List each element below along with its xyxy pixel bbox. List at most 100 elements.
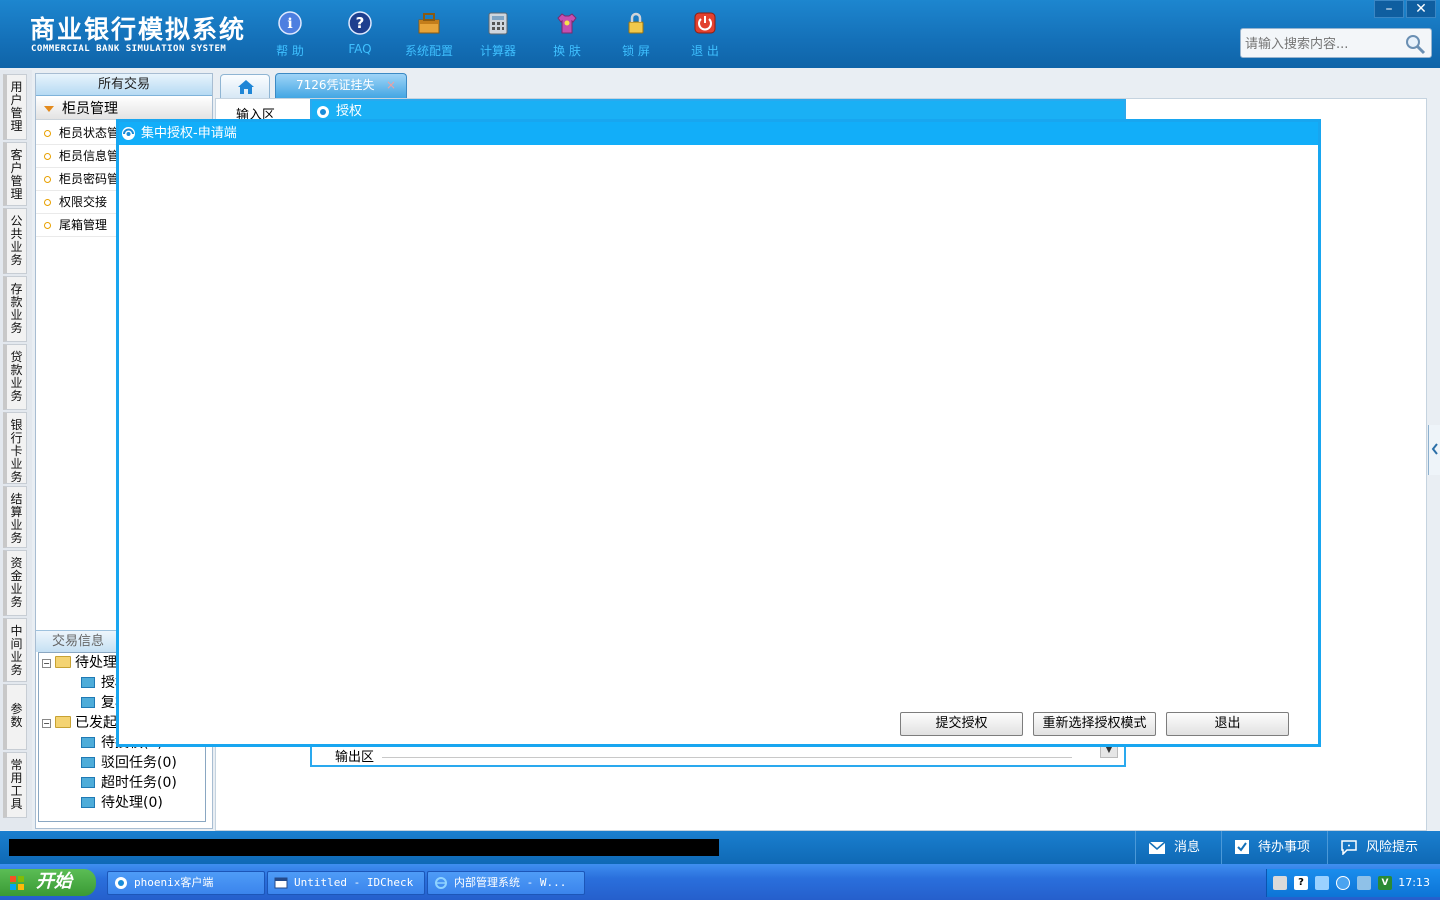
calculator-icon	[488, 12, 508, 35]
output-area-label: 输出区	[334, 746, 376, 765]
network-icon[interactable]	[1357, 876, 1371, 890]
messages-button[interactable]: 消息	[1135, 831, 1235, 864]
windows-logo-icon	[10, 876, 24, 890]
system-config-button[interactable]: 系统配置	[397, 8, 461, 62]
vnav-customer-management[interactable]: 客户管理	[3, 142, 27, 206]
lock-icon	[628, 12, 644, 34]
app-icon	[317, 106, 329, 118]
bullet-icon	[44, 130, 51, 137]
search-input[interactable]	[1245, 34, 1405, 54]
change-skin-button[interactable]: 换 肤	[535, 8, 599, 62]
folder-icon	[81, 777, 95, 788]
risk-alert-button[interactable]: 风险提示	[1327, 831, 1440, 864]
folder-icon	[81, 697, 95, 708]
faq-icon: ?	[348, 11, 372, 35]
taskbar-item-phoenix[interactable]: phoenix客户端	[107, 871, 265, 895]
tab-close-icon[interactable]: ×	[386, 74, 396, 96]
tree-node-to-process[interactable]: 待处理(0)	[81, 793, 163, 813]
tab-voucher-loss[interactable]: 7126凭证挂失 ×	[275, 73, 407, 98]
bullet-icon	[44, 222, 51, 229]
mail-icon	[1148, 841, 1166, 854]
vnav-loan-business[interactable]: 贷款业务	[3, 344, 27, 410]
group-label: 柜员管理	[62, 101, 118, 117]
checkbox-icon	[1235, 840, 1249, 854]
expand-arrow-icon	[44, 106, 54, 112]
window-minimize-button[interactable]: –	[1374, 0, 1404, 18]
tab-home[interactable]	[220, 74, 270, 98]
help-tray-icon[interactable]: ?	[1294, 876, 1308, 890]
folder-icon	[81, 737, 95, 748]
faq-label: FAQ	[348, 42, 372, 56]
power-icon	[694, 12, 716, 34]
vnav-settlement-business[interactable]: 结算业务	[3, 486, 27, 548]
vnav-parameters[interactable]: 参数	[3, 684, 27, 750]
lock-screen-button[interactable]: 锁 屏	[604, 8, 668, 62]
vnav-intermediary-business[interactable]: 中间业务	[3, 618, 27, 682]
vnav-bank-card-business[interactable]: 银行卡业务	[3, 412, 27, 484]
vnav-common-tools[interactable]: 常用工具	[3, 752, 27, 818]
teller-management-group[interactable]: 柜员管理	[36, 98, 212, 120]
central-auth-dialog-title: 集中授权-申请端	[119, 122, 1318, 145]
vnav-deposit-business[interactable]: 存款业务	[3, 276, 27, 342]
tree-node-sent[interactable]: − 已发起	[42, 713, 117, 733]
speaker-icon[interactable]	[1315, 876, 1329, 890]
calculator-label: 计算器	[479, 44, 516, 58]
output-divider	[382, 757, 1072, 758]
taskbar-item-internal-mgmt[interactable]: 内部管理系统 - W...	[427, 871, 585, 895]
chevron-left-icon	[1431, 443, 1438, 455]
app-header: 商业银行模拟系统 COMMERCIAL BANK SIMULATION SYST…	[0, 0, 1440, 68]
vnav-user-management[interactable]: 用户管理	[3, 74, 27, 140]
bullet-icon	[44, 199, 51, 206]
calculator-button[interactable]: 计算器	[466, 8, 530, 62]
collapse-icon[interactable]: −	[42, 659, 51, 668]
bullet-icon	[44, 153, 51, 160]
tree-node-rejected[interactable]: 驳回任务(0)	[81, 753, 177, 773]
chat-bubble-icon	[1341, 840, 1357, 856]
svg-text:?: ?	[356, 14, 365, 32]
os-taskbar: 开始 phoenix客户端 Untitled - IDCheck 内部管理系统 …	[0, 864, 1440, 900]
logout-label: 退 出	[691, 44, 719, 58]
clock: 17:13	[1398, 876, 1430, 889]
search-box	[1240, 28, 1432, 58]
folder-icon	[55, 656, 71, 668]
tree-node-timeout[interactable]: 超时任务(0)	[81, 773, 177, 793]
all-transactions-header: 所有交易	[36, 74, 212, 96]
shirt-icon	[557, 13, 577, 34]
start-button[interactable]: 开始	[0, 869, 96, 896]
app-icon	[122, 127, 135, 140]
status-message-area	[9, 839, 719, 856]
vnav-public-business[interactable]: 公共业务	[3, 208, 27, 274]
folder-icon	[81, 677, 95, 688]
tree-node-pending[interactable]: − 待处理	[42, 653, 117, 673]
help-button[interactable]: i 帮 助	[258, 8, 322, 62]
taskbar-item-idcheck[interactable]: Untitled - IDCheck	[267, 871, 425, 895]
panel-collapse-handle[interactable]	[1428, 425, 1440, 475]
app-logo-title: 商业银行模拟系统	[30, 15, 247, 44]
window-close-button[interactable]: ✕	[1406, 0, 1436, 18]
help-icon: i	[278, 11, 302, 35]
folder-icon	[81, 757, 95, 768]
logout-button[interactable]: 退 出	[673, 8, 737, 62]
todo-button[interactable]: 待办事项	[1221, 831, 1327, 864]
bullet-icon	[44, 176, 51, 183]
faq-button[interactable]: ? FAQ	[328, 8, 392, 62]
submit-auth-button[interactable]: 提交授权	[900, 712, 1023, 736]
help-label: 帮 助	[276, 44, 304, 58]
central-auth-dialog: 集中授权-申请端 提交授权 重新选择授权模式 退出	[116, 119, 1321, 747]
keyboard-icon[interactable]	[1273, 876, 1287, 890]
ie-icon	[435, 877, 447, 889]
home-icon	[238, 80, 254, 94]
app-logo-subtitle: COMMERCIAL BANK SIMULATION SYSTEM	[31, 44, 227, 54]
window-icon	[274, 877, 288, 889]
folder-icon	[81, 797, 95, 808]
exit-button[interactable]: 退出	[1166, 712, 1289, 736]
toolbox-icon	[418, 13, 440, 34]
antivirus-icon[interactable]: V	[1378, 876, 1392, 890]
lock-screen-label: 锁 屏	[622, 44, 650, 58]
collapse-icon[interactable]: −	[42, 719, 51, 728]
tray-expand-icon[interactable]	[1336, 876, 1350, 890]
reselect-auth-mode-button[interactable]: 重新选择授权模式	[1033, 712, 1156, 736]
vnav-fund-business[interactable]: 资金业务	[3, 550, 27, 616]
search-icon[interactable]	[1404, 33, 1426, 55]
vertical-nav: 用户管理 客户管理 公共业务 存款业务 贷款业务 银行卡业务 结算业务 资金业务…	[0, 70, 32, 830]
